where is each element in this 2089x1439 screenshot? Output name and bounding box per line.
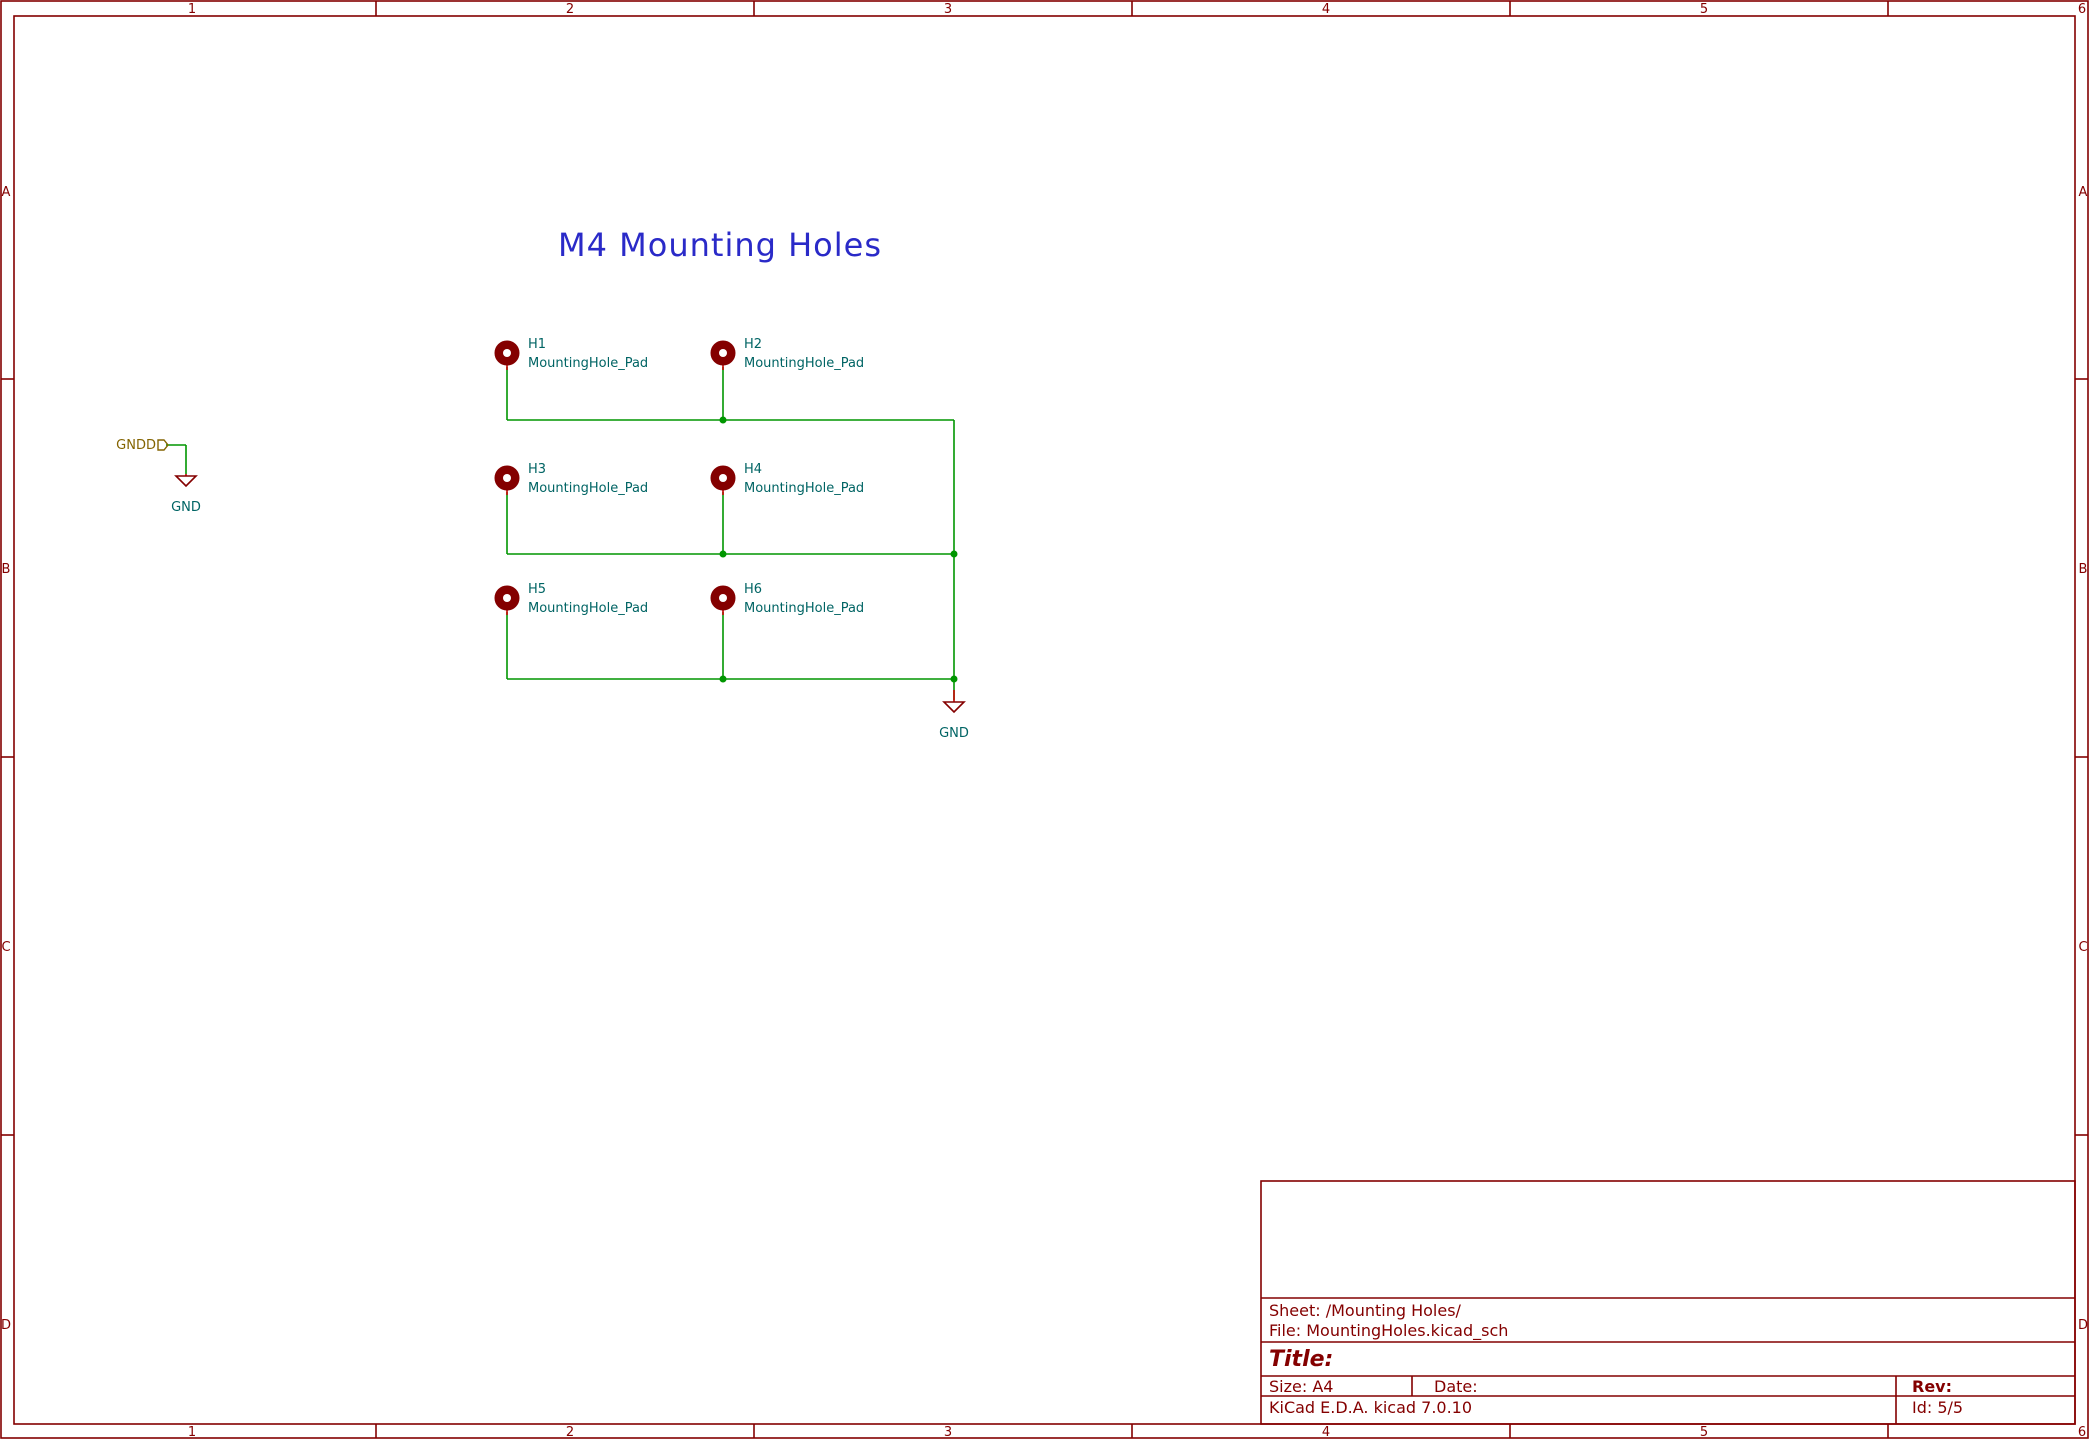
hole-value: MountingHole_Pad <box>744 481 864 496</box>
schematic-heading: M4 Mounting Holes <box>558 226 882 264</box>
ground-icon <box>942 701 966 714</box>
hole-ref: H5 <box>528 582 546 597</box>
hole-ref: H2 <box>744 337 762 352</box>
ground-icon <box>174 475 198 488</box>
column-label-top-1: 1 <box>188 2 196 17</box>
rev-label: Rev: <box>1912 1377 1952 1396</box>
mounting-hole-h4[interactable]: H4 MountingHole_Pad <box>710 462 864 496</box>
column-label-bottom-5: 5 <box>1700 1425 1708 1439</box>
hole-ref: H1 <box>528 337 546 352</box>
title-block-text: Sheet: /Mounting Holes/ File: MountingHo… <box>1269 1301 1963 1417</box>
hole-ref: H3 <box>528 462 546 477</box>
junction-dot <box>719 416 727 424</box>
gnd-symbol-main[interactable]: GND <box>939 690 969 741</box>
wires <box>166 367 955 700</box>
hole-value: MountingHole_Pad <box>528 481 648 496</box>
column-label-bottom-1: 1 <box>188 1425 196 1439</box>
gnd-label: GND <box>171 500 201 515</box>
sheet-frame <box>0 0 2089 1439</box>
hier-label-text: GNDD <box>116 438 156 453</box>
title-label: Title: <box>1269 1347 1333 1372</box>
column-label-bottom-4: 4 <box>1322 1425 1330 1439</box>
column-label-bottom-3: 3 <box>944 1425 952 1439</box>
junction-dot <box>950 675 958 683</box>
junction-dot <box>719 675 727 683</box>
mounting-hole-h3[interactable]: H3 MountingHole_Pad <box>494 462 648 496</box>
row-label-right-b: B <box>2079 562 2088 577</box>
frame-labels: 1 2 3 4 5 6 1 2 3 4 5 6 A B C D A B C D <box>1 2 2088 1439</box>
id-label: Id: 5/5 <box>1912 1398 1963 1417</box>
row-label-left-c: C <box>1 940 10 955</box>
schematic-sheet: 1 2 3 4 5 6 1 2 3 4 5 6 A B C D A B C D … <box>0 0 2089 1439</box>
mounting-hole-h5[interactable]: H5 MountingHole_Pad <box>494 582 648 616</box>
row-label-right-c: C <box>2078 940 2087 955</box>
junctions <box>719 416 958 683</box>
column-label-top-3: 3 <box>944 2 952 17</box>
column-label-top-6: 6 <box>2078 2 2086 17</box>
hole-value: MountingHole_Pad <box>528 601 648 616</box>
gnd-label: GND <box>939 726 969 741</box>
hole-ref: H6 <box>744 582 762 597</box>
mounting-hole-h1[interactable]: H1 MountingHole_Pad <box>494 337 648 371</box>
row-label-left-a: A <box>2 185 11 200</box>
junction-dot <box>719 550 727 558</box>
tool-label: KiCad E.D.A. kicad 7.0.10 <box>1269 1398 1472 1417</box>
mounting-hole-h6[interactable]: H6 MountingHole_Pad <box>710 582 864 616</box>
mounting-hole-h2[interactable]: H2 MountingHole_Pad <box>710 337 864 371</box>
row-label-left-b: B <box>2 562 11 577</box>
hole-value: MountingHole_Pad <box>744 601 864 616</box>
column-label-bottom-6: 6 <box>2078 1425 2086 1439</box>
hole-ref: H4 <box>744 462 762 477</box>
column-label-top-2: 2 <box>566 2 574 17</box>
file-name: File: MountingHoles.kicad_sch <box>1269 1321 1508 1341</box>
row-label-left-d: D <box>1 1318 11 1333</box>
hier-label-gndd[interactable]: GNDD <box>116 438 169 453</box>
size-label: Size: A4 <box>1269 1377 1333 1396</box>
column-label-top-4: 4 <box>1322 2 1330 17</box>
hole-value: MountingHole_Pad <box>744 356 864 371</box>
column-label-top-5: 5 <box>1700 2 1708 17</box>
hole-value: MountingHole_Pad <box>528 356 648 371</box>
gnd-symbol-hier[interactable]: GND <box>171 474 201 515</box>
row-label-right-d: D <box>2078 1318 2088 1333</box>
junction-dot <box>950 550 958 558</box>
date-label: Date: <box>1434 1377 1478 1396</box>
row-label-right-a: A <box>2079 185 2088 200</box>
sheet-name: Sheet: /Mounting Holes/ <box>1269 1301 1462 1320</box>
column-label-bottom-2: 2 <box>566 1425 574 1439</box>
